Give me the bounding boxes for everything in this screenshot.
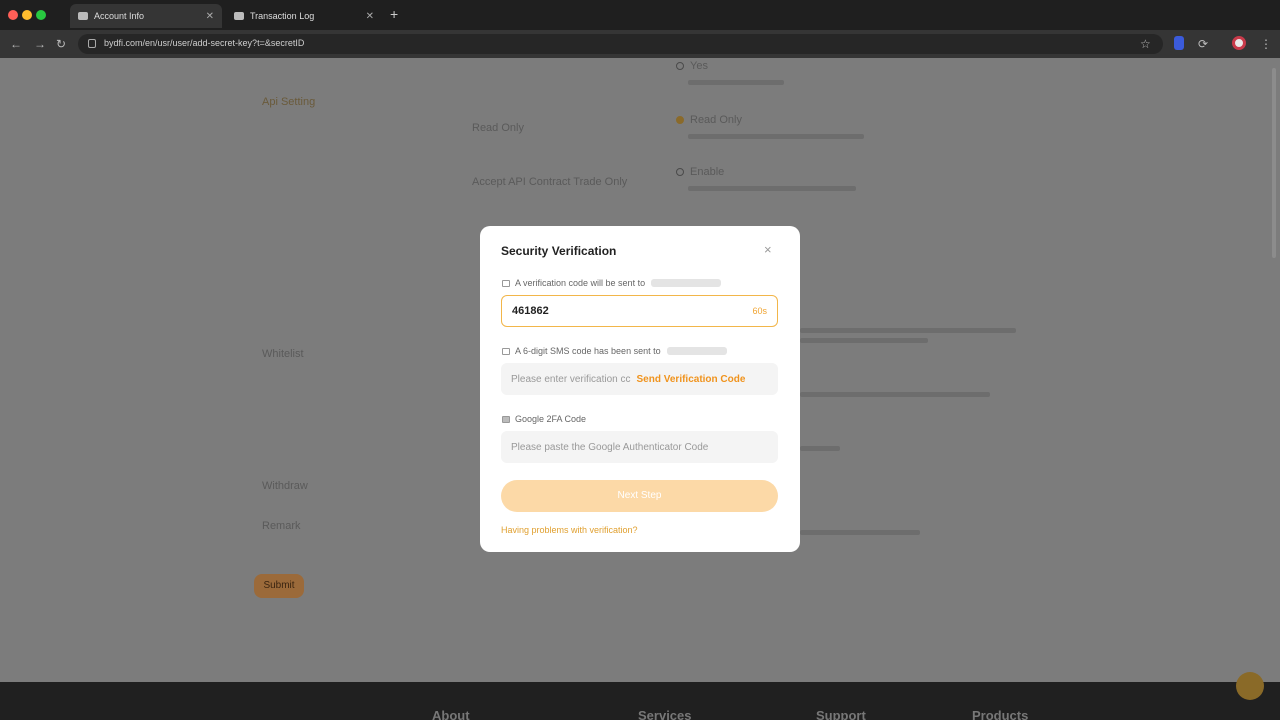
google-authenticator-input[interactable]: Please paste the Google Authenticator Co…: [501, 431, 778, 463]
tab-account-info[interactable]: Account Info ✕: [70, 4, 222, 28]
footer-heading[interactable]: About: [432, 708, 470, 720]
close-tab-icon[interactable]: ✕: [206, 11, 214, 22]
section-label-remark: Remark: [262, 520, 301, 532]
sync-icon[interactable]: ⟳: [1198, 37, 1208, 51]
favicon-icon: [78, 12, 88, 20]
blurred-text: [800, 392, 990, 397]
blurred-text: [688, 80, 784, 85]
browser-tab-bar: Account Info ✕ Transaction Log ✕ +: [0, 0, 1280, 30]
footer-heading[interactable]: Services: [638, 708, 692, 720]
scrollbar[interactable]: [1272, 68, 1276, 258]
masked-email: [651, 279, 722, 287]
browser-menu-icon[interactable]: ⋮: [1260, 37, 1272, 51]
new-tab-button[interactable]: +: [390, 6, 398, 22]
window-close-icon[interactable]: [8, 10, 18, 20]
phone-icon: [502, 347, 510, 355]
blurred-text: [688, 134, 864, 139]
browser-toolbar: ← → ↻ bydfi.com/en/usr/user/add-secret-k…: [0, 30, 1280, 58]
option-label: Yes: [690, 60, 708, 72]
radio-option[interactable]: [676, 62, 684, 70]
verification-help-link[interactable]: Having problems with verification?: [501, 525, 638, 535]
email-code-hint: A verification code will be sent to: [502, 278, 722, 288]
tab-label: Account Info: [94, 11, 145, 21]
authenticator-icon: [502, 415, 510, 423]
email-hint-text: A verification code will be sent to: [515, 278, 646, 288]
footer-heading[interactable]: Support: [816, 708, 866, 720]
option-label: Read Only: [690, 114, 742, 126]
email-code-value: 461862: [512, 305, 549, 317]
site-footer: About Services Support Products: [0, 682, 1280, 720]
email-icon: [502, 279, 510, 287]
support-chat-button[interactable]: [1236, 672, 1264, 700]
ga-code-hint: Google 2FA Code: [502, 414, 586, 424]
blurred-text: [800, 446, 840, 451]
send-verification-code-link[interactable]: Send Verification Code: [637, 374, 746, 385]
footer-heading[interactable]: Products: [972, 708, 1028, 720]
blurred-text: [800, 530, 920, 535]
back-icon[interactable]: ←: [10, 37, 22, 51]
ga-placeholder: Please paste the Google Authenticator Co…: [511, 441, 709, 453]
sms-hint-text: A 6-digit SMS code has been sent to: [515, 346, 661, 356]
permission-label: Accept API Contract Trade Only: [472, 176, 628, 188]
blurred-text: [688, 186, 856, 191]
page-submit-button[interactable]: Submit: [254, 574, 304, 598]
email-code-input[interactable]: 461862 60s: [501, 295, 778, 327]
next-step-button[interactable]: Next Step: [501, 480, 778, 512]
blurred-text: [800, 338, 928, 343]
sms-code-input[interactable]: Please enter verification cc Send Verifi…: [501, 363, 778, 395]
window-maximize-icon[interactable]: [36, 10, 46, 20]
tab-transaction-log[interactable]: Transaction Log ✕: [226, 4, 382, 28]
sms-placeholder: Please enter verification cc: [511, 373, 631, 385]
permission-label: Read Only: [472, 122, 524, 134]
reload-icon[interactable]: ↻: [56, 37, 66, 51]
window-minimize-icon[interactable]: [22, 10, 32, 20]
security-verification-dialog: Security Verification × A verification c…: [480, 226, 800, 552]
radio-option-selected[interactable]: [676, 116, 684, 124]
url-text: bydfi.com/en/usr/user/add-secret-key?t=&…: [104, 38, 305, 48]
bookmark-star-icon[interactable]: ☆: [1140, 37, 1151, 51]
close-icon[interactable]: ×: [764, 242, 772, 257]
lock-icon: [88, 39, 96, 48]
address-bar[interactable]: bydfi.com/en/usr/user/add-secret-key?t=&…: [78, 34, 1163, 54]
resend-countdown: 60s: [752, 306, 767, 316]
section-label-api-setting: Api Setting: [262, 96, 316, 108]
tab-label: Transaction Log: [250, 11, 315, 21]
favicon-icon: [234, 12, 244, 20]
dialog-title: Security Verification: [501, 244, 617, 258]
masked-phone: [666, 347, 727, 355]
section-label-whitelist: Whitelist: [262, 348, 304, 360]
section-label-withdraw: Withdraw: [262, 480, 308, 492]
close-tab-icon[interactable]: ✕: [366, 11, 374, 22]
extension-icon[interactable]: [1174, 36, 1184, 50]
profile-avatar[interactable]: [1232, 36, 1246, 50]
ga-hint-text: Google 2FA Code: [515, 414, 587, 424]
sms-code-hint: A 6-digit SMS code has been sent to: [502, 346, 727, 356]
blurred-text: [800, 328, 1016, 333]
radio-option[interactable]: [676, 168, 684, 176]
forward-icon[interactable]: →: [34, 37, 46, 51]
option-label: Enable: [690, 166, 725, 178]
